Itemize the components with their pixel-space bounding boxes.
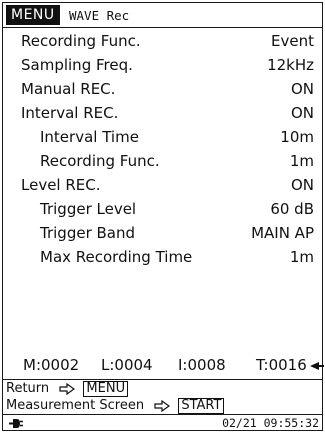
return-hint: Return MENU [6, 380, 129, 397]
mode-label: WAVE Rec [69, 8, 130, 23]
setting-label: Trigger Level [40, 200, 137, 218]
menu-title-badge: MENU [6, 5, 60, 25]
start-key-button[interactable]: START [178, 397, 225, 414]
measurement-hint: Measurement Screen START [6, 397, 225, 414]
setting-value: ON [290, 104, 314, 122]
hollow-arrow-icon [59, 382, 76, 395]
setting-row-level-rec[interactable]: Level REC. ON [2, 173, 323, 197]
setting-label: Sampling Freq. [21, 56, 133, 74]
setting-label: Interval Time [40, 128, 139, 146]
measurement-text: Measurement Screen [6, 398, 145, 413]
menu-key-button[interactable]: MENU [83, 380, 129, 397]
interval-count: I:0008 [178, 356, 226, 374]
ac-plug-icon [9, 419, 23, 428]
setting-row-sampling-freq[interactable]: Sampling Freq. 12kHz [2, 53, 323, 77]
footer: Return MENU Measurement Screen START 02/… [3, 379, 322, 431]
recording-counters: M:0002 L:0004 I:0008 T:0016 [2, 352, 324, 378]
device-screen: MENU WAVE Rec Recording Func. Event Samp… [2, 2, 324, 431]
setting-value: 60 dB [270, 200, 314, 218]
setting-row-interval-recording-func[interactable]: Recording Func. 1m [2, 149, 323, 173]
setting-row-max-recording-time[interactable]: Max Recording Time 1m [2, 245, 323, 269]
setting-row-recording-func[interactable]: Recording Func. Event [2, 29, 323, 53]
setting-label: Trigger Band [40, 224, 136, 242]
setting-row-interval-rec[interactable]: Interval REC. ON [2, 101, 323, 125]
header-bar: MENU WAVE Rec [3, 3, 322, 28]
setting-value: Event [271, 32, 314, 50]
level-count: L:0004 [101, 356, 153, 374]
manual-count: M:0002 [23, 356, 80, 374]
setting-row-manual-rec[interactable]: Manual REC. ON [2, 77, 323, 101]
setting-label: Manual REC. [21, 80, 116, 98]
total-count: T:0016 [256, 356, 307, 374]
status-bar: 02/21 09:55:32 [3, 414, 322, 432]
return-text: Return [6, 381, 50, 396]
setting-row-interval-time[interactable]: Interval Time 10m [2, 125, 323, 149]
setting-label: Max Recording Time [40, 248, 193, 266]
status-datetime: 02/21 09:55:32 [222, 416, 319, 430]
setting-value: 1m [289, 152, 314, 170]
setting-row-trigger-band[interactable]: Trigger Band MAIN AP [2, 221, 323, 245]
setting-row-trigger-level[interactable]: Trigger Level 60 dB [2, 197, 323, 221]
setting-label: Interval REC. [21, 104, 119, 122]
setting-label: Recording Func. [40, 152, 160, 170]
setting-value: 12kHz [267, 56, 314, 74]
setting-label: Recording Func. [21, 32, 141, 50]
setting-value: ON [290, 176, 314, 194]
arrow-left-icon [310, 362, 324, 370]
setting-value: MAIN AP [251, 224, 314, 242]
setting-value: 10m [280, 128, 314, 146]
setting-value: ON [290, 80, 314, 98]
setting-label: Level REC. [21, 176, 101, 194]
hollow-arrow-icon [154, 399, 171, 412]
setting-value: 1m [289, 248, 314, 266]
